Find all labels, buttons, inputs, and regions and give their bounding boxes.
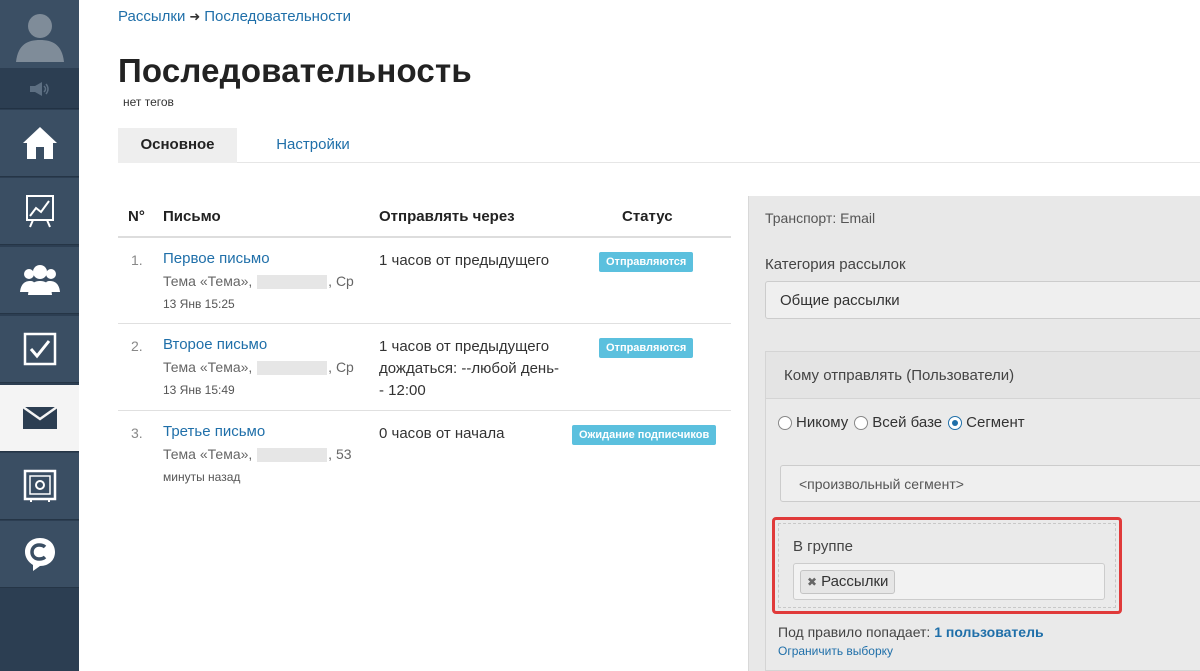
row-number: 3. (131, 425, 143, 441)
sidebar-filler (0, 589, 79, 671)
category-select[interactable]: Общие рассылки (765, 281, 1200, 319)
send-delay: 0 часов от начала (379, 425, 505, 442)
segment-select[interactable]: <произвольный сегмент> (780, 465, 1200, 502)
rule-summary: Под правило попадает: 1 пользователь (778, 624, 1044, 640)
group-label: В группе (793, 538, 853, 555)
table-row: 1. Первое письмо Тема «Тема», , Ср 13 Ян… (118, 238, 731, 324)
send-delay: 1 часов от предыдущего (379, 252, 550, 269)
group-condition: В группе ✖ Рассылки (778, 523, 1116, 608)
safe-icon (23, 469, 56, 502)
send-delay: 1 часов от предыдущего дождаться: --любо… (379, 338, 560, 399)
category-label: Категория рассылок (765, 256, 906, 273)
letter-date: 13 Янв 15:25 (163, 297, 235, 311)
user-avatar[interactable] (0, 0, 79, 68)
users-icon (19, 265, 60, 295)
sidebar-item-mailings[interactable] (0, 385, 79, 452)
letter-date: минуты назад (163, 470, 241, 484)
sidebar-item-users[interactable] (0, 247, 79, 314)
tab-main[interactable]: Основное (118, 128, 237, 163)
sidebar-volume[interactable] (0, 69, 79, 109)
row-number: 1. (131, 252, 143, 268)
header-num: N° (128, 208, 145, 225)
breadcrumb: Рассылки ➜ Последовательности (118, 8, 351, 25)
rule-count-link[interactable]: 1 пользователь (934, 624, 1043, 640)
sidebar-item-stats[interactable] (0, 178, 79, 245)
letter-link[interactable]: Третье письмо (163, 423, 265, 440)
group-condition-highlight: В группе ✖ Рассылки (772, 517, 1122, 614)
blurred-text (257, 448, 328, 463)
home-icon (22, 127, 57, 159)
blurred-text (257, 275, 328, 290)
letter-subject: Тема «Тема», , Ср (163, 359, 354, 376)
tab-settings[interactable]: Настройки (258, 128, 368, 163)
settings-panel: Транспорт: Email Категория рассылок Общи… (748, 196, 1200, 671)
tabs: Основное Настройки (118, 128, 1200, 163)
sidebar-item-safe[interactable] (0, 453, 79, 520)
recipients-box: Кому отправлять (Пользователи) Никому Вс… (765, 351, 1200, 671)
radio-all-base[interactable]: Всей базе (854, 414, 942, 431)
group-tag-input[interactable]: ✖ Рассылки (793, 563, 1105, 600)
radio-circle-checked[interactable] (948, 415, 963, 430)
recipients-header: Кому отправлять (Пользователи) (766, 352, 1200, 399)
row-number: 2. (131, 338, 143, 354)
status-badge: Ожидание подписчиков (572, 425, 717, 445)
header-send-after: Отправлять через (379, 208, 515, 225)
sidebar-item-home[interactable] (0, 110, 79, 177)
sidebar-item-chat[interactable] (0, 521, 79, 588)
table-header: N° Письмо Отправлять через Статус (118, 196, 731, 238)
breadcrumb-current-link[interactable]: Последовательности (204, 8, 351, 25)
letter-link[interactable]: Первое письмо (163, 250, 270, 267)
header-letter: Письмо (163, 208, 221, 225)
letters-table: N° Письмо Отправлять через Статус 1. Пер… (118, 196, 731, 497)
recipients-radio-group: Никому Всей базе Сегмент (778, 414, 1025, 431)
breadcrumb-root-link[interactable]: Рассылки (118, 8, 185, 25)
volume-icon (29, 81, 49, 96)
letter-link[interactable]: Второе письмо (163, 336, 267, 353)
radio-segment[interactable]: Сегмент (948, 414, 1025, 431)
user-avatar-icon (15, 14, 64, 62)
radio-circle[interactable] (854, 415, 869, 430)
radio-circle[interactable] (778, 415, 792, 430)
letter-date: 13 Янв 15:49 (163, 383, 235, 397)
letter-subject: Тема «Тема», , Ср (163, 273, 354, 290)
radio-nobody[interactable]: Никому (778, 414, 848, 431)
remove-chip-icon[interactable]: ✖ (807, 575, 817, 589)
checkbox-icon (23, 332, 56, 366)
breadcrumb-separator: ➜ (189, 9, 201, 24)
mail-icon (22, 407, 57, 429)
page-title: Последовательность (118, 52, 472, 89)
sidebar-item-tasks[interactable] (0, 316, 79, 383)
letter-subject: Тема «Тема», , 53 (163, 446, 352, 463)
limit-selection-link[interactable]: Ограничить выборку (778, 644, 893, 658)
chart-icon (25, 195, 54, 228)
transport-label: Транспорт: Email (765, 210, 876, 226)
tags-label: нет тегов (123, 95, 174, 109)
table-row: 2. Второе письмо Тема «Тема», , Ср 13 Ян… (118, 324, 731, 411)
sidebar (0, 0, 79, 671)
header-status: Статус (622, 208, 673, 225)
status-badge: Отправляются (599, 252, 694, 272)
blurred-text (257, 361, 328, 376)
table-row: 3. Третье письмо Тема «Тема», , 53 минут… (118, 411, 731, 497)
group-chip: ✖ Рассылки (800, 570, 896, 594)
status-badge: Отправляются (599, 338, 694, 358)
chat-c-icon (24, 538, 55, 571)
